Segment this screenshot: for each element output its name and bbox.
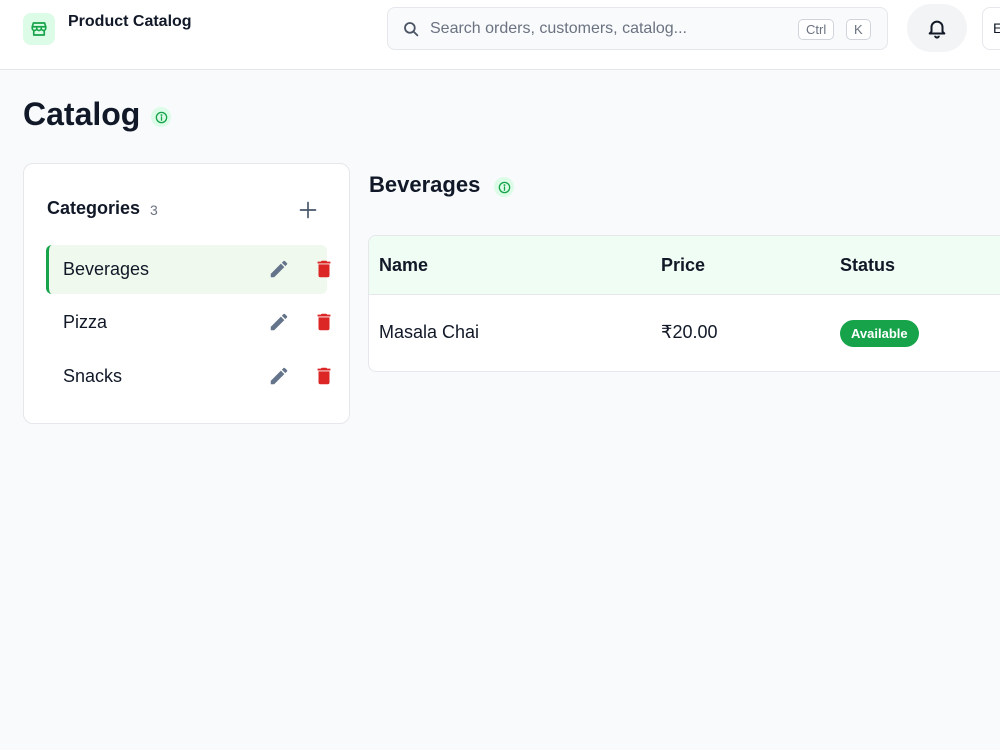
category-label: Pizza <box>63 312 108 332</box>
product-name: Masala Chai <box>379 322 480 342</box>
categories-heading: Categories <box>47 198 141 218</box>
search-icon <box>402 20 420 43</box>
info-icon[interactable] <box>151 107 171 127</box>
search-bar[interactable]: Ctrl K <box>387 7 888 50</box>
shortcut-key-k: K <box>846 19 871 40</box>
trash-icon <box>317 313 331 331</box>
bell-icon <box>928 20 946 39</box>
top-bar: Product Catalog Ctrl K E <box>0 0 1000 70</box>
category-item-beverages[interactable]: Beverages <box>46 245 331 294</box>
profile-button[interactable]: E <box>982 7 1000 50</box>
brand-title: Product Catalog <box>68 13 192 30</box>
info-icon[interactable] <box>494 177 514 197</box>
page-title: Catalog <box>23 96 141 132</box>
products-section-title: Beverages <box>369 172 481 197</box>
category-item-pizza[interactable]: Pizza <box>46 298 331 347</box>
plus-icon <box>299 201 317 219</box>
trash-icon <box>317 367 331 385</box>
shortcut-key-ctrl: Ctrl <box>798 19 835 40</box>
edit-category-button[interactable] <box>268 311 292 335</box>
category-label: Snacks <box>63 366 123 386</box>
products-table: Name Price Status Masala Chai ₹20.00 Ava… <box>368 235 1000 372</box>
pencil-icon <box>270 313 288 331</box>
categories-count: 3 <box>150 202 158 218</box>
delete-category-button[interactable] <box>313 365 337 389</box>
pencil-icon <box>270 260 288 278</box>
trash-icon <box>317 260 331 278</box>
pencil-icon <box>270 367 288 385</box>
add-category-button[interactable] <box>294 196 322 224</box>
column-header-price[interactable]: Price <box>661 255 705 276</box>
category-label: Beverages <box>63 259 150 279</box>
column-header-status[interactable]: Status <box>840 255 895 276</box>
edit-category-button[interactable] <box>268 258 292 282</box>
edit-category-button[interactable] <box>268 365 292 389</box>
notifications-button[interactable] <box>907 4 967 52</box>
delete-category-button[interactable] <box>313 258 337 282</box>
category-item-snacks[interactable]: Snacks <box>46 352 331 401</box>
search-input[interactable] <box>430 8 790 49</box>
store-icon <box>23 13 55 45</box>
categories-panel: Categories 3 Beverages Pizza Snacks <box>23 163 350 424</box>
product-price: ₹20.00 <box>661 322 718 342</box>
column-header-name[interactable]: Name <box>379 255 428 276</box>
status-badge: Available <box>840 320 919 347</box>
delete-category-button[interactable] <box>313 311 337 335</box>
